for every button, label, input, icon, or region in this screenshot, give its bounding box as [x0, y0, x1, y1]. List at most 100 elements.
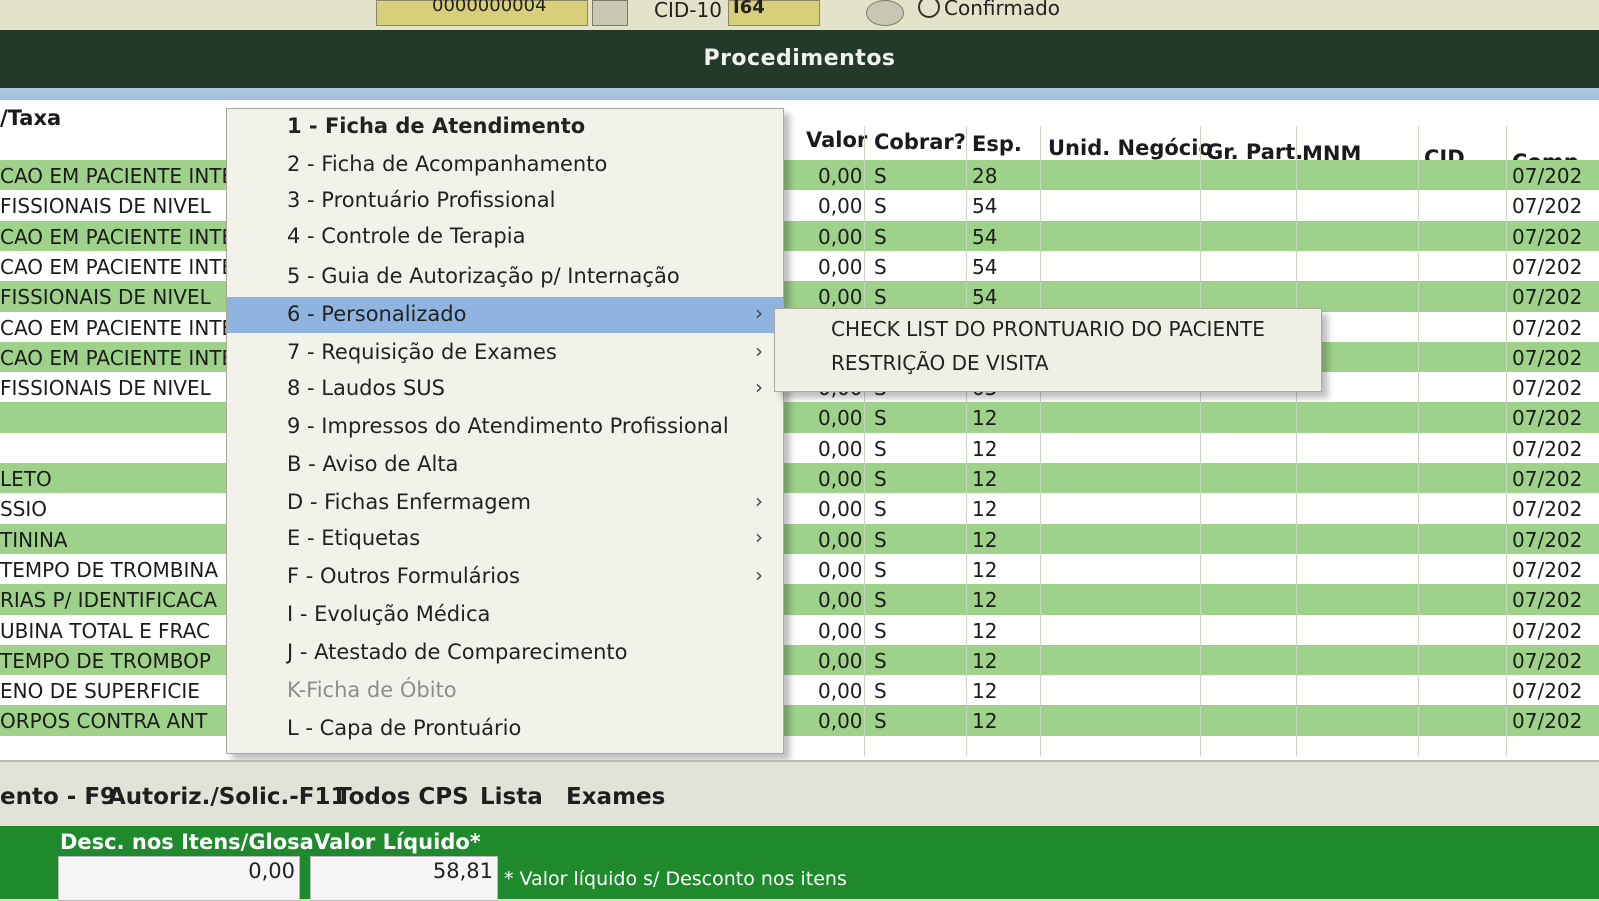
col-divider: [864, 126, 865, 756]
row-comp: 07/202: [1512, 436, 1583, 461]
row-comp: 07/202: [1512, 618, 1583, 643]
menu-item-1[interactable]: 1 - Ficha de Atendimento: [227, 109, 783, 145]
row-valor: 0,00: [818, 497, 863, 522]
menu-item-6[interactable]: 6 - Personalizado ›: [227, 297, 783, 333]
liquido-value: 58,81: [432, 859, 493, 883]
row-cobrar: S: [874, 467, 887, 491]
row-comp: 07/202: [1512, 224, 1583, 249]
menu-item-5[interactable]: 5 - Guia de Autorização p/ Internação: [227, 259, 783, 295]
top-toolbar: 0000000004 CID-10 I64 Confirmado: [0, 0, 1599, 30]
row-comp: 07/202: [1512, 557, 1583, 582]
menu-item-label: 2 - Ficha de Acompanhamento: [287, 152, 608, 176]
row-esp: 12: [972, 436, 998, 461]
section-title: Procedimentos: [703, 46, 896, 71]
menu-item-7[interactable]: 7 - Requisição de Exames ›: [227, 335, 783, 371]
row-valor: 0,00: [818, 224, 863, 249]
col-valor[interactable]: Valor: [806, 128, 867, 152]
row-description: FISSIONAIS DE NIVEL: [0, 285, 211, 310]
code-field[interactable]: 0000000004: [376, 0, 588, 26]
row-description: TEMPO DE TROMBINA: [0, 557, 219, 582]
row-description: RIAS P/ IDENTIFICACA: [0, 588, 218, 613]
tab-lista[interactable]: Lista: [480, 784, 543, 810]
row-cobrar: S: [874, 406, 887, 431]
menu-item-label: D - Fichas Enfermagem: [287, 490, 532, 514]
row-esp: 12: [972, 648, 998, 673]
settings-icon[interactable]: [866, 0, 904, 26]
row-esp: 12: [972, 557, 998, 582]
row-comp: 07/202: [1512, 285, 1583, 310]
row-description: TEMPO DE TROMBOP: [0, 648, 211, 673]
col-esp[interactable]: Esp.: [972, 132, 1022, 156]
row-cobrar: S: [874, 709, 887, 734]
liquido-field[interactable]: 58,81: [310, 856, 498, 901]
menu-item-8[interactable]: 8 - Laudos SUS ›: [227, 371, 783, 407]
row-description: TININA: [0, 527, 68, 552]
menu-item-15[interactable]: J - Atestado de Comparecimento: [227, 635, 783, 671]
chevron-right-icon: ›: [755, 489, 763, 513]
menu-item-label: J - Atestado de Comparecimento: [287, 640, 628, 664]
menu-item-label: 7 - Requisição de Exames: [287, 340, 557, 364]
row-comp: 07/202: [1512, 648, 1583, 673]
menu-item-label: 8 - Laudos SUS: [287, 376, 445, 400]
col-unid[interactable]: Unid. Negócio: [1048, 136, 1213, 160]
menu-item-17[interactable]: L - Capa de Prontuário: [227, 711, 783, 747]
row-valor: 0,00: [818, 648, 863, 673]
menu-item-4[interactable]: 4 - Controle de Terapia: [227, 219, 783, 255]
chevron-right-icon: ›: [755, 339, 763, 363]
col-divider: [1200, 126, 1201, 756]
menu-item-label: 6 - Personalizado: [287, 302, 467, 326]
menu-item-14[interactable]: I - Evolução Médica: [227, 597, 783, 633]
menu-item-3[interactable]: 3 - Prontuário Profissional: [227, 183, 783, 219]
submenu-item-checklist[interactable]: CHECK LIST DO PRONTUARIO DO PACIENTE: [831, 317, 1265, 341]
row-comp: 07/202: [1512, 709, 1583, 734]
row-cobrar: S: [874, 497, 887, 522]
tab-autoriz-solic-f11[interactable]: Autoriz./Solic.-F11: [108, 784, 347, 810]
menu-item-10[interactable]: B - Aviso de Alta: [227, 447, 783, 483]
footer-totals: Desc. nos Itens/Glosa Valor Líquido* 0,0…: [0, 826, 1599, 901]
tab-todos-cps[interactable]: Todos CPS: [336, 784, 469, 810]
col-divider: [1506, 126, 1507, 756]
menu-item-label: L - Capa de Prontuário: [287, 716, 522, 740]
row-comp: 07/202: [1512, 588, 1583, 613]
row-cobrar: S: [874, 527, 887, 552]
menu-item-label: B - Aviso de Alta: [287, 452, 459, 476]
bottom-tabs: ento - F9 Autoriz./Solic.-F11 Todos CPS …: [0, 760, 1599, 828]
desc-field[interactable]: 0,00: [58, 856, 300, 901]
lookup-icon[interactable]: [592, 0, 628, 26]
row-cobrar: S: [874, 285, 887, 310]
row-cobrar: S: [874, 194, 887, 219]
col-divider: [1296, 126, 1297, 756]
menu-item-9[interactable]: 9 - Impressos do Atendimento Profissiona…: [227, 409, 783, 445]
menu-item-12[interactable]: E - Etiquetas ›: [227, 521, 783, 557]
col-taxa[interactable]: /Taxa: [0, 106, 61, 130]
confirm-label: Confirmado: [944, 0, 1061, 20]
col-divider: [1040, 126, 1041, 756]
cid-field[interactable]: I64: [728, 0, 820, 26]
row-cobrar: S: [874, 557, 887, 582]
row-esp: 54: [972, 285, 998, 310]
menu-item-label: 4 - Controle de Terapia: [287, 224, 526, 248]
desc-value: 0,00: [248, 859, 295, 883]
menu-item-11[interactable]: D - Fichas Enfermagem ›: [227, 485, 783, 521]
row-comp: 07/202: [1512, 194, 1583, 219]
chevron-right-icon: ›: [755, 301, 763, 325]
chevron-right-icon: ›: [755, 375, 763, 399]
confirm-radio[interactable]: [918, 0, 940, 18]
cid-label: CID-10: [654, 0, 722, 22]
row-valor: 0,00: [818, 467, 863, 491]
tab-atendimento-f9[interactable]: ento - F9: [0, 784, 116, 810]
tab-exames[interactable]: Exames: [566, 784, 665, 810]
row-cobrar: S: [874, 254, 887, 279]
col-cobrar[interactable]: Cobrar?: [874, 130, 966, 154]
row-comp: 07/202: [1512, 376, 1583, 401]
liquido-note: * Valor líquido s/ Desconto nos itens: [504, 868, 847, 890]
menu-item-13[interactable]: F - Outros Formulários ›: [227, 559, 783, 595]
row-cobrar: S: [874, 648, 887, 673]
row-valor: 0,00: [818, 194, 863, 219]
menu-item-2[interactable]: 2 - Ficha de Acompanhamento: [227, 147, 783, 183]
liquido-label: Valor Líquido*: [314, 830, 481, 854]
menu-item-label: 1 - Ficha de Atendimento: [287, 114, 586, 138]
col-divider: [966, 126, 967, 756]
row-valor: 0,00: [818, 618, 863, 643]
submenu-item-restricao-visita[interactable]: RESTRIÇÃO DE VISITA: [831, 351, 1049, 375]
